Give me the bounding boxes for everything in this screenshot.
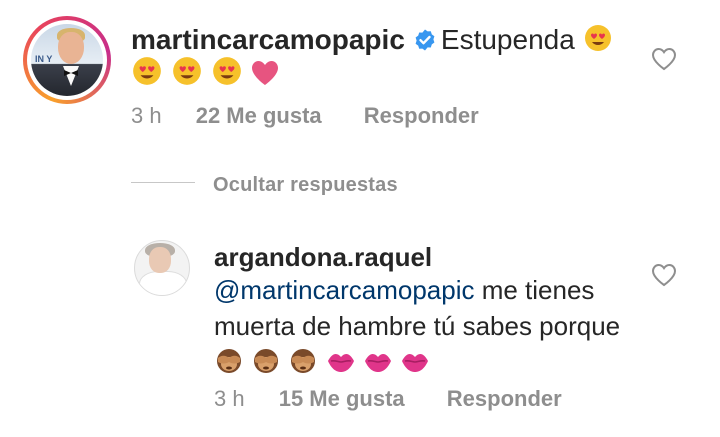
comment-text: martincarcamopapic Estupenda: [131, 22, 613, 58]
hide-replies-divider: [131, 182, 195, 183]
comment-username[interactable]: martincarcamopapic: [131, 24, 405, 55]
hide-replies-button[interactable]: Ocultar respuestas: [213, 172, 398, 198]
comment-meta: 3 h 22 Me gusta Responder: [131, 102, 479, 130]
kiss-mark-emoji-icon: [327, 353, 354, 372]
comment-emoji-line: [131, 55, 280, 92]
see-no-evil-monkey-emoji-icon: [217, 349, 241, 373]
avatar-background-text: IN Y: [35, 54, 53, 64]
reply-like-heart-icon[interactable]: [651, 263, 677, 287]
see-no-evil-monkey-emoji-icon: [291, 349, 316, 373]
reply-likes-count[interactable]: 15 Me gusta: [279, 386, 405, 411]
reply-text: @martincarcamopapic me tienes muerta de …: [214, 272, 654, 380]
reply-meta: 3 h 15 Me gusta Responder: [214, 385, 562, 413]
heart-eyes-emoji-icon: [172, 57, 201, 85]
heart-eyes-emoji-icon: [584, 25, 611, 51]
comment-time: 3 h: [131, 103, 162, 128]
likes-count[interactable]: 22 Me gusta: [196, 103, 322, 128]
reply-time: 3 h: [214, 386, 245, 411]
pink-heart-emoji-icon: [252, 61, 279, 85]
heart-eyes-emoji-icon: [133, 57, 161, 85]
commenter-avatar[interactable]: IN Y: [23, 16, 111, 104]
reply-reply-button[interactable]: Responder: [447, 386, 562, 411]
heart-eyes-emoji-icon: [212, 57, 241, 85]
reply-button[interactable]: Responder: [364, 103, 479, 128]
mention-link[interactable]: @martincarcamopapic: [214, 275, 474, 305]
comment-body: Estupenda: [440, 24, 575, 55]
like-heart-icon[interactable]: [651, 47, 677, 71]
reply-username[interactable]: argandona.raquel: [214, 241, 432, 273]
see-no-evil-monkey-emoji-icon: [254, 349, 279, 373]
kiss-mark-emoji-icon: [402, 353, 429, 372]
verified-badge-icon: [415, 29, 435, 51]
kiss-mark-emoji-icon: [364, 353, 391, 372]
reply-avatar[interactable]: [134, 240, 190, 296]
